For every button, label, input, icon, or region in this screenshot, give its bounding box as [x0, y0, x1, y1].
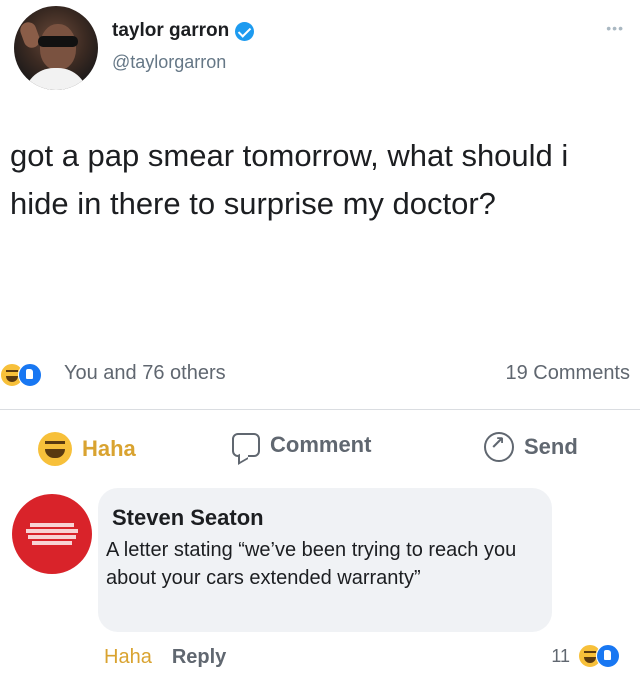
reaction-summary[interactable]: You and 76 others	[64, 362, 226, 385]
haha-button[interactable]: Haha	[38, 432, 136, 466]
comment-author[interactable]: Steven Seaton	[112, 505, 264, 531]
comment-reaction-count: 11	[551, 645, 570, 666]
comment-label: Comment	[270, 432, 372, 457]
comment-reactions[interactable]: 11	[551, 644, 620, 668]
send-button[interactable]: Send	[484, 432, 578, 462]
comment-button[interactable]: Comment	[232, 432, 371, 458]
messenger-send-icon	[484, 432, 514, 462]
commenter-avatar-image	[24, 521, 80, 547]
tweet-author-handle[interactable]: @taylorgarron	[112, 52, 226, 73]
avatar-hand	[18, 20, 42, 50]
haha-label: Haha	[82, 436, 136, 461]
comment-actions: Haha Reply	[104, 646, 226, 669]
send-label: Send	[524, 434, 578, 459]
more-options-icon[interactable]: •••	[606, 20, 624, 36]
comment-like-reaction-icon	[596, 644, 620, 668]
commenter-avatar[interactable]	[12, 494, 92, 574]
avatar-face	[40, 24, 76, 70]
avatar-body	[24, 68, 88, 90]
post-action-bar: Haha Comment Send	[0, 410, 640, 484]
tweet-avatar[interactable]	[14, 6, 98, 90]
tweet-card: taylor garron @taylorgarron ••• got a pa…	[0, 0, 640, 336]
comments-count[interactable]: 19 Comments	[506, 362, 631, 385]
reaction-icons[interactable]	[0, 363, 42, 387]
like-reaction-icon	[18, 363, 42, 387]
comment-haha-button[interactable]: Haha	[104, 646, 152, 669]
comment-icon	[232, 433, 260, 457]
tweet-author-label: taylor garron	[112, 20, 230, 41]
avatar-sunglasses	[38, 36, 78, 47]
tweet-author-name[interactable]: taylor garron	[112, 20, 255, 42]
comment-reply-button[interactable]: Reply	[172, 646, 226, 669]
tweet-text: got a pap smear tomorrow, what should i …	[10, 138, 569, 221]
comment-text: A letter stating “we’ve been trying to r…	[106, 539, 517, 589]
verified-badge-icon	[235, 21, 255, 41]
haha-icon	[38, 432, 72, 466]
